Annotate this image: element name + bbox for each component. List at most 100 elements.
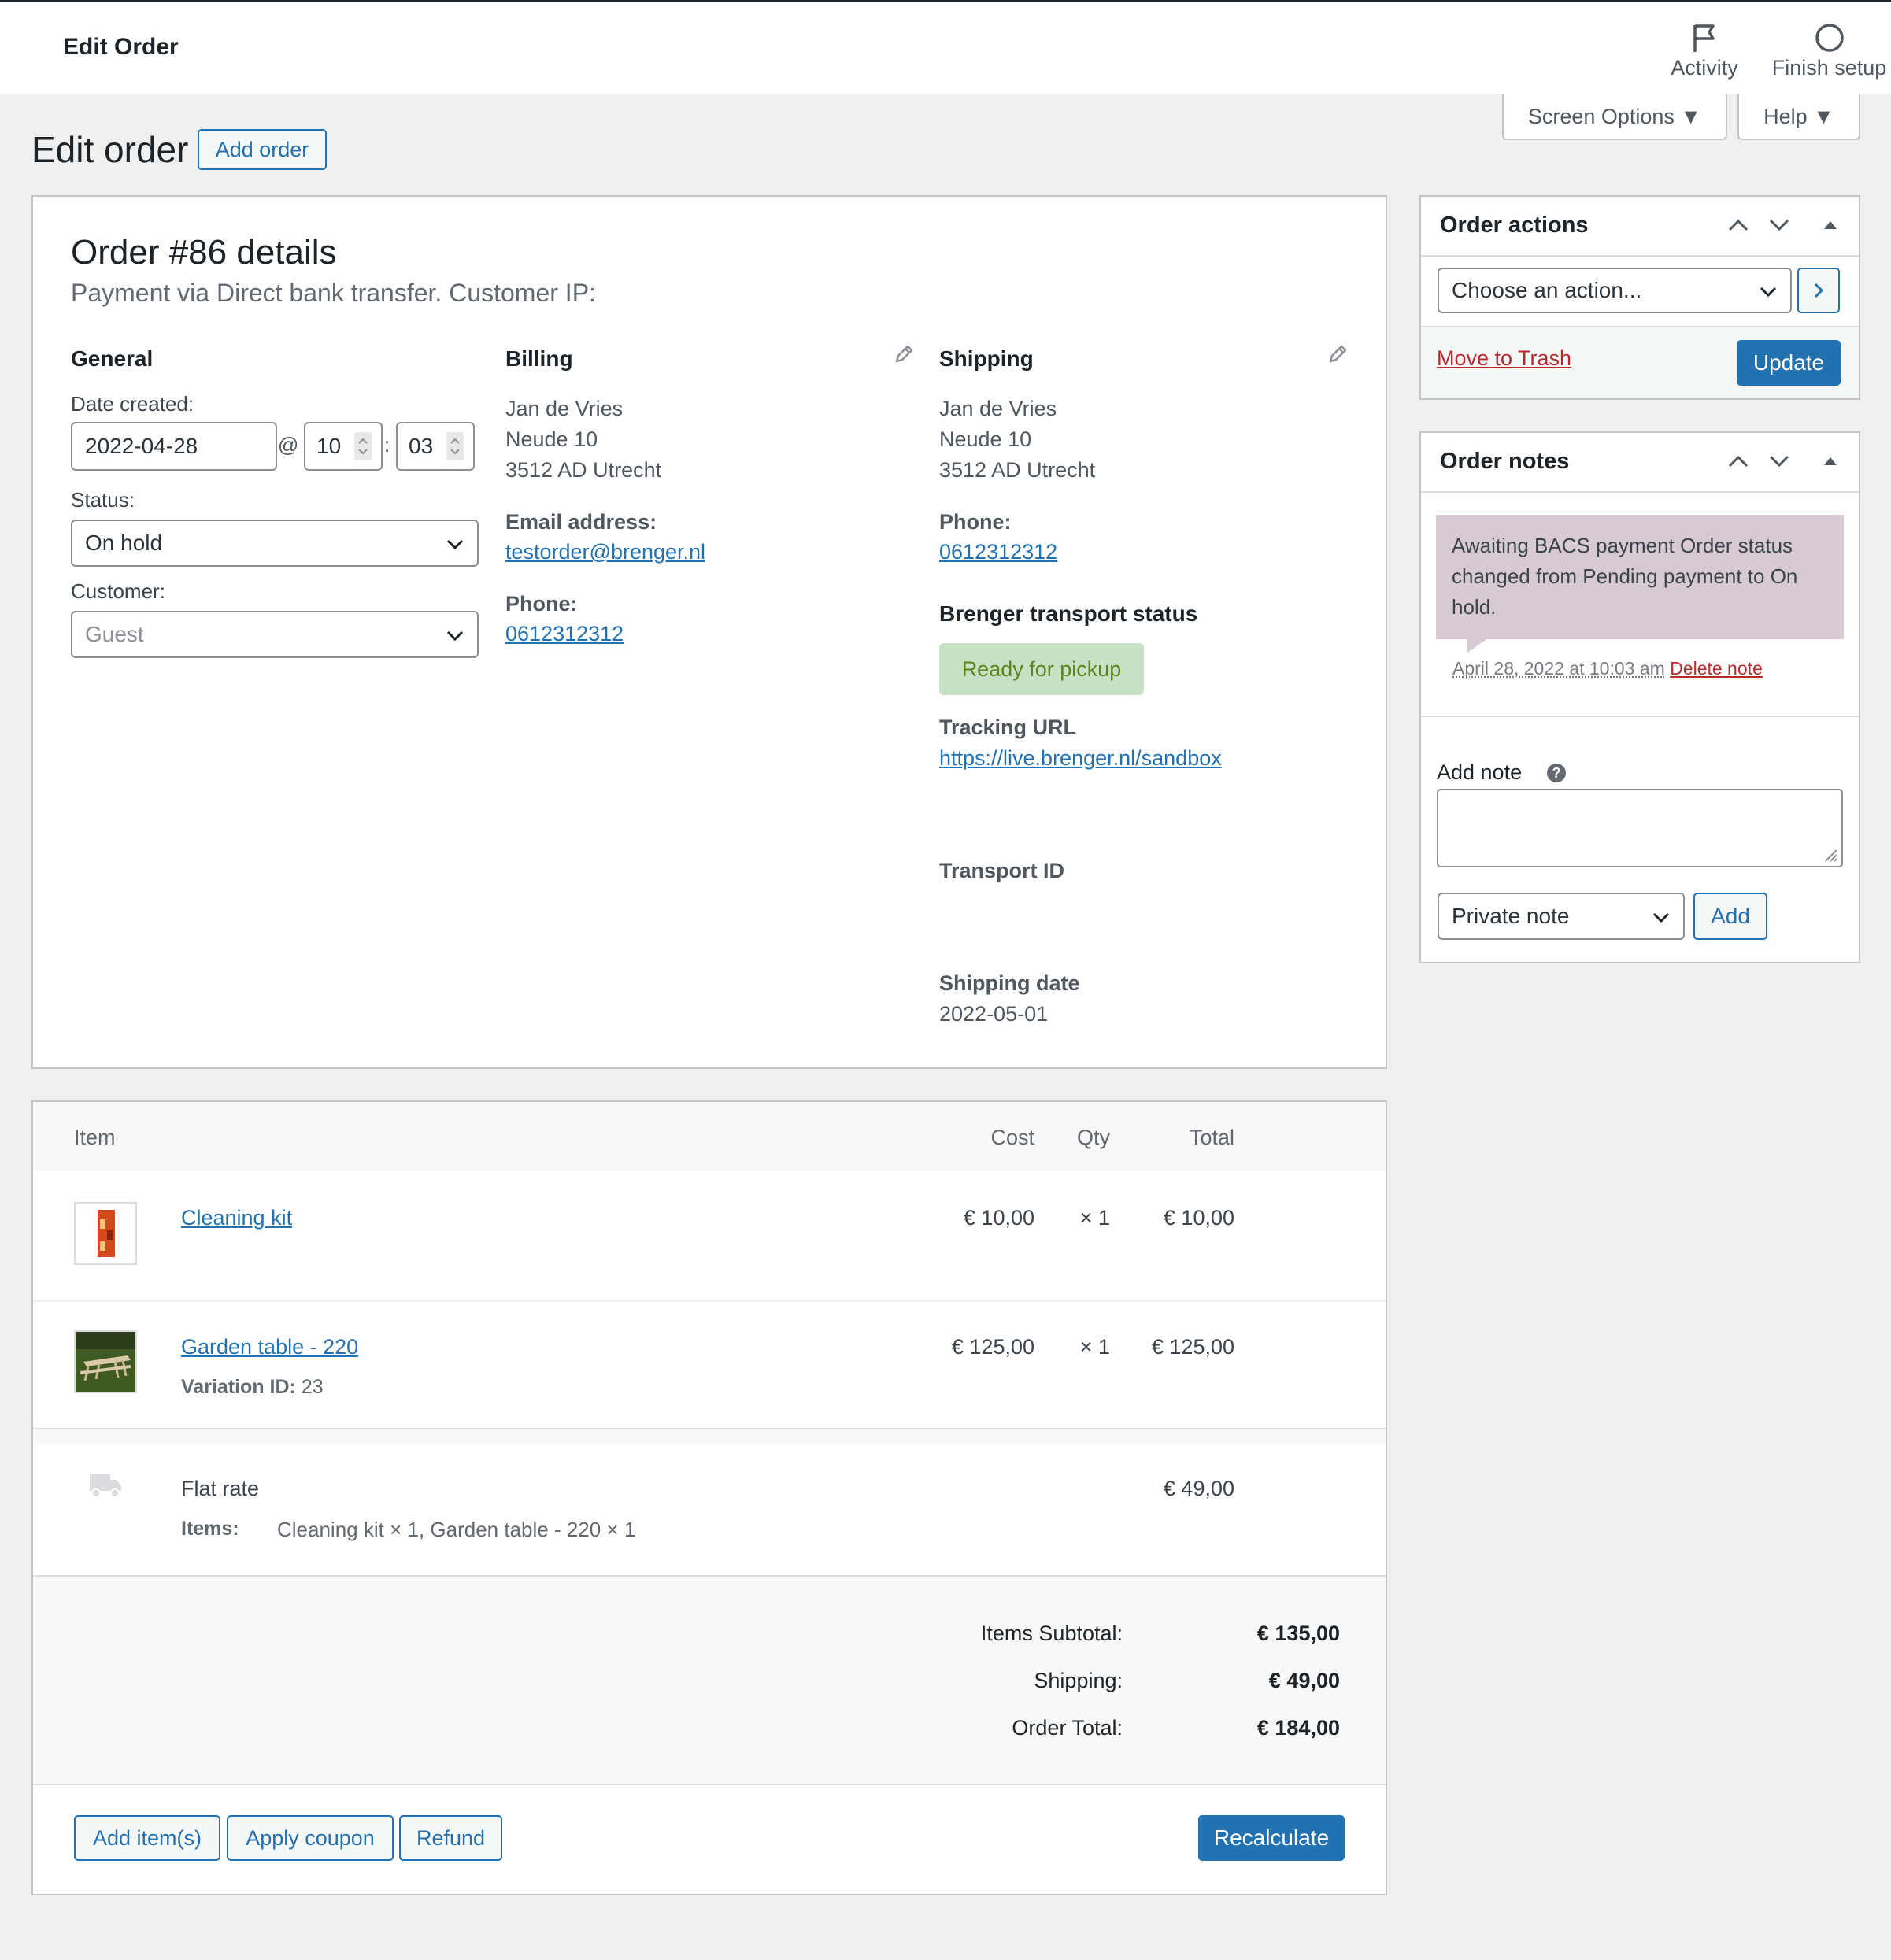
- hour-stepper-icon[interactable]: [354, 432, 372, 460]
- shipping-street: Neude 10: [939, 427, 1032, 451]
- order-total-value: € 184,00: [1256, 1716, 1340, 1740]
- customer-label: Customer:: [71, 579, 165, 603]
- item-total: € 125,00: [1151, 1335, 1234, 1359]
- tracking-url-label: Tracking URL: [939, 716, 1077, 739]
- add-note-divider: [1421, 716, 1859, 717]
- delete-note-link[interactable]: Delete note: [1670, 658, 1763, 679]
- apply-action-button[interactable]: [1797, 268, 1840, 313]
- note-meta: April 28, 2022 at 10:03 am Delete note: [1452, 658, 1763, 679]
- shipping-items-value: Cleaning kit × 1, Garden table - 220 × 1: [277, 1518, 636, 1541]
- order-actions-heading: Order actions: [1440, 213, 1589, 238]
- chevron-up-icon[interactable]: [1727, 453, 1749, 469]
- item-link[interactable]: Garden table - 220: [181, 1335, 358, 1359]
- chevron-up-icon[interactable]: [1727, 217, 1749, 233]
- note-content: Awaiting BACS payment Order status chang…: [1436, 515, 1844, 639]
- time-colon: :: [384, 433, 390, 457]
- shipping-phone-link[interactable]: 0612312312: [939, 540, 1057, 564]
- collapse-toggle-icon[interactable]: [1822, 219, 1839, 231]
- chevron-down-icon: [1652, 904, 1671, 929]
- subtotal-value: € 135,00: [1256, 1622, 1340, 1645]
- order-subtitle: Payment via Direct bank transfer. Custom…: [71, 279, 596, 307]
- shipping-city: 3512 AD Utrecht: [939, 458, 1096, 482]
- chevron-right-icon: [1814, 283, 1824, 298]
- cleaning-kit-thumbnail[interactable]: [74, 1202, 137, 1265]
- order-notes-divider: [1421, 491, 1859, 493]
- item-qty: × 1: [1079, 1206, 1110, 1230]
- customer-value: Guest: [85, 622, 144, 646]
- variation-label: Variation ID:: [181, 1376, 296, 1398]
- refund-button[interactable]: Refund: [399, 1815, 502, 1861]
- totals-divider-bottom: [33, 1784, 1386, 1785]
- help-tip-glyph: ?: [1552, 764, 1561, 781]
- recalculate-button[interactable]: Recalculate: [1198, 1815, 1345, 1861]
- item-column-header: Item: [74, 1126, 116, 1149]
- shipping-heading: Shipping: [939, 346, 1034, 371]
- add-note-textarea[interactable]: [1437, 789, 1843, 867]
- edit-shipping-pencil-icon[interactable]: [1327, 343, 1349, 365]
- item-total: € 10,00: [1163, 1206, 1234, 1230]
- order-action-select[interactable]: Choose an action...: [1438, 268, 1792, 313]
- billing-name: Jan de Vries: [505, 397, 624, 420]
- subtotal-label: Items Subtotal:: [980, 1622, 1123, 1645]
- update-button[interactable]: Update: [1737, 340, 1841, 386]
- item-cost: € 125,00: [951, 1335, 1034, 1359]
- transport-status-heading: Brenger transport status: [939, 601, 1198, 626]
- variation-meta: Variation ID: 23: [181, 1376, 324, 1399]
- help-tip-icon[interactable]: ?: [1547, 764, 1566, 782]
- add-items-button[interactable]: Add item(s): [74, 1815, 220, 1861]
- status-select[interactable]: On hold: [71, 520, 479, 567]
- billing-heading: Billing: [505, 346, 573, 371]
- note-type-select[interactable]: Private note: [1438, 893, 1685, 940]
- order-notes-heading: Order notes: [1440, 449, 1570, 474]
- date-created-input[interactable]: 2022-04-28: [71, 422, 277, 471]
- truck-icon: [90, 1472, 123, 1503]
- garden-table-thumbnail[interactable]: [74, 1330, 137, 1393]
- cost-column-header: Cost: [990, 1126, 1034, 1149]
- flag-icon: [1661, 20, 1748, 56]
- shipping-line-total: € 49,00: [1163, 1477, 1234, 1500]
- minute-input[interactable]: 03: [396, 422, 475, 471]
- screen-options-button[interactable]: Screen Options ▼: [1502, 94, 1727, 140]
- add-note-button[interactable]: Add: [1693, 893, 1767, 940]
- at-sign: @: [278, 433, 299, 457]
- shipping-date-label: Shipping date: [939, 971, 1080, 995]
- apply-coupon-button[interactable]: Apply coupon: [227, 1815, 394, 1861]
- item-cost: € 10,00: [963, 1206, 1034, 1230]
- minute-stepper-icon[interactable]: [446, 432, 464, 460]
- hour-input[interactable]: 10: [304, 422, 383, 471]
- billing-email-label: Email address:: [505, 510, 657, 534]
- activity-button[interactable]: Activity: [1661, 20, 1748, 80]
- variation-value: 23: [301, 1376, 324, 1398]
- topbar-title: Edit Order: [63, 34, 179, 60]
- billing-phone-link[interactable]: 0612312312: [505, 622, 624, 646]
- resize-handle-icon[interactable]: [1821, 845, 1838, 863]
- collapse-toggle-icon[interactable]: [1822, 455, 1839, 468]
- add-order-button[interactable]: Add order: [198, 129, 327, 170]
- qty-column-header: Qty: [1076, 1126, 1110, 1149]
- finish-setup-button[interactable]: Finish setup: [1767, 20, 1891, 80]
- tracking-url-link[interactable]: https://live.brenger.nl/sandbox: [939, 746, 1222, 771]
- billing-email-link[interactable]: testorder@brenger.nl: [505, 540, 705, 564]
- add-note-label: Add note: [1437, 760, 1523, 784]
- customer-select[interactable]: Guest: [71, 611, 479, 658]
- minute-value: 03: [409, 434, 434, 458]
- top-bar: Edit Order Activity Finish setup: [0, 0, 1891, 94]
- move-to-trash-link[interactable]: Move to Trash: [1437, 346, 1571, 371]
- billing-street: Neude 10: [505, 427, 598, 451]
- shipping-date-value: 2022-05-01: [939, 1002, 1049, 1026]
- edit-billing-pencil-icon[interactable]: [893, 343, 915, 365]
- order-action-value: Choose an action...: [1452, 278, 1642, 302]
- date-created-label: Date created:: [71, 392, 194, 416]
- circle-icon: [1767, 20, 1891, 56]
- transport-status-badge: Ready for pickup: [939, 643, 1144, 695]
- chevron-down-icon[interactable]: [1768, 217, 1790, 233]
- billing-city: 3512 AD Utrecht: [505, 458, 662, 482]
- chevron-down-icon: [446, 622, 464, 647]
- page-title: Edit order: [31, 129, 189, 170]
- chevron-down-icon[interactable]: [1768, 453, 1790, 469]
- activity-label: Activity: [1671, 56, 1738, 80]
- help-button[interactable]: Help ▼: [1737, 94, 1860, 140]
- item-link[interactable]: Cleaning kit: [181, 1206, 292, 1230]
- item-qty: × 1: [1079, 1335, 1110, 1359]
- note-timestamp: April 28, 2022 at 10:03 am: [1452, 658, 1665, 679]
